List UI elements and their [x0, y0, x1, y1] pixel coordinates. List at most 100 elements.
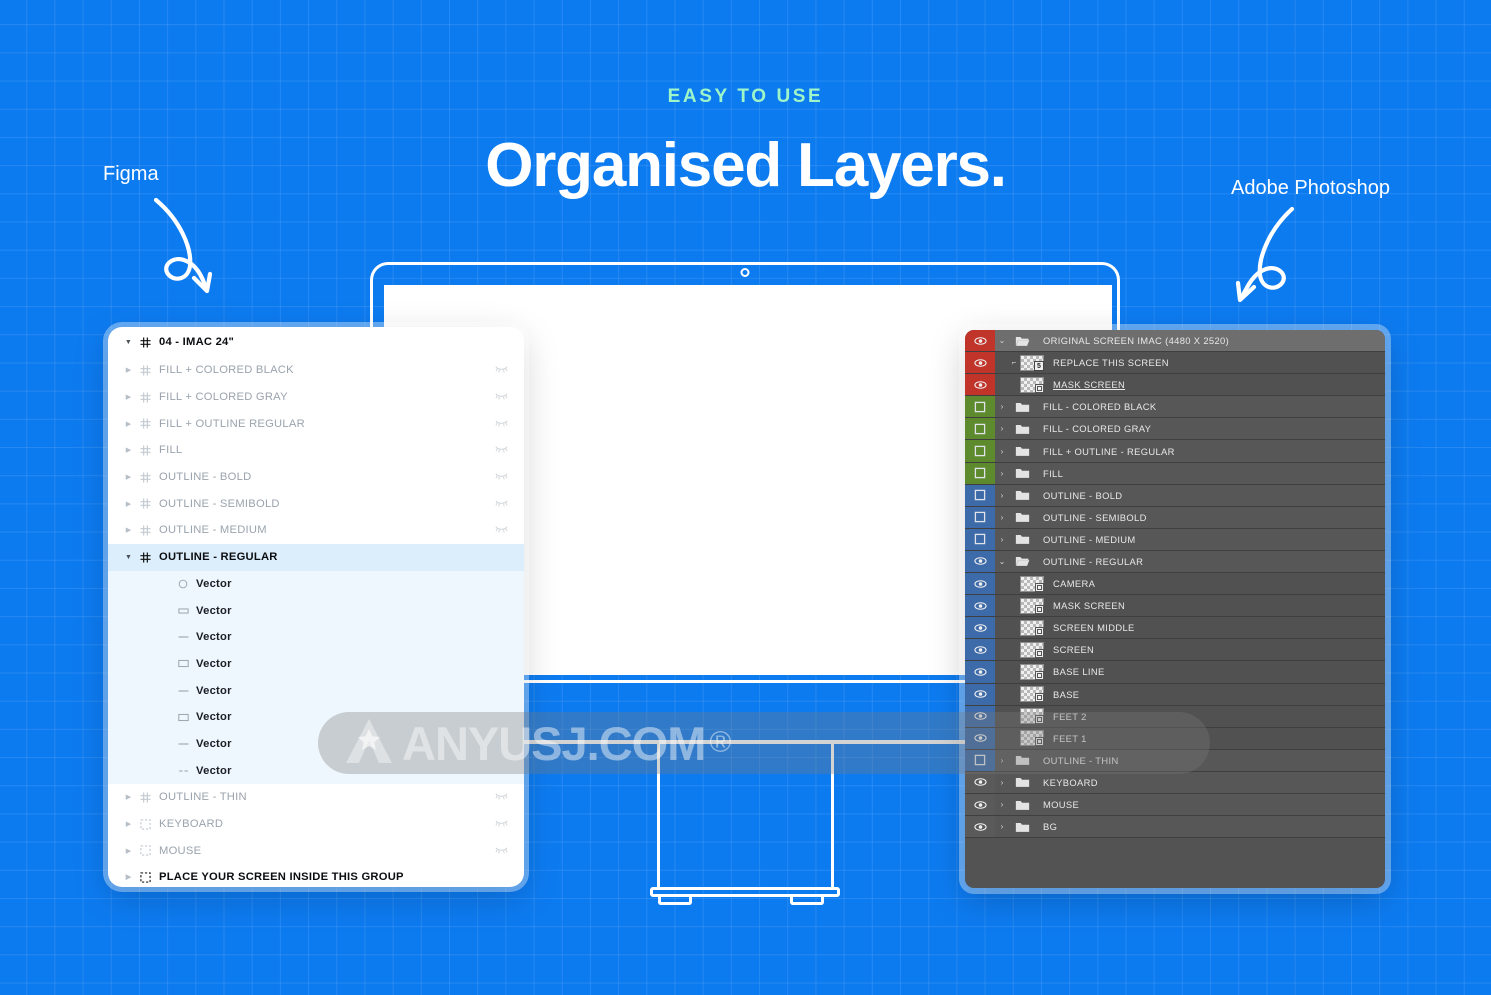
chevron-right-icon[interactable]: › [995, 535, 1009, 544]
photoshop-layer-row[interactable]: › OUTLINE - THIN [965, 749, 1385, 772]
photoshop-layer-row[interactable]: CAMERA [965, 573, 1385, 596]
chevron-right-icon[interactable]: › [995, 424, 1009, 433]
eye-closed-icon[interactable] [495, 391, 508, 403]
figma-layer-row[interactable]: ▶ MOUSE [108, 837, 524, 864]
chevron-right-icon[interactable]: ▶ [122, 847, 135, 855]
photoshop-layer-row[interactable]: SCREEN [965, 639, 1385, 662]
figma-layer-row[interactable]: ▶ OUTLINE - THIN [108, 784, 524, 811]
photoshop-layer-row[interactable]: MASK SCREEN [965, 374, 1385, 397]
eye-closed-icon[interactable] [495, 791, 508, 803]
chevron-right-icon[interactable]: ▶ [122, 526, 135, 534]
eye-icon[interactable] [965, 352, 995, 374]
chevron-right-icon[interactable]: › [995, 469, 1009, 478]
chevron-right-icon[interactable]: › [995, 491, 1009, 500]
chevron-down-icon[interactable]: ⌄ [995, 336, 1009, 345]
photoshop-layer-row[interactable]: ⌄ OUTLINE - REGULAR [965, 550, 1385, 574]
chevron-right-icon[interactable]: › [995, 756, 1009, 765]
eye-closed-icon[interactable] [495, 498, 508, 510]
eye-icon[interactable] [965, 573, 995, 595]
eye-closed-icon[interactable] [495, 418, 508, 430]
chevron-right-icon[interactable]: › [995, 822, 1009, 831]
eye-icon[interactable] [965, 771, 995, 793]
figma-root-row[interactable]: ▼ 04 - IMAC 24" [108, 327, 524, 357]
photoshop-layer-row[interactable]: › MOUSE [965, 793, 1385, 817]
photoshop-layer-row[interactable]: › KEYBOARD [965, 771, 1385, 794]
photoshop-layer-row[interactable]: SCREEN MIDDLE [965, 617, 1385, 640]
chevron-right-icon[interactable]: ▶ [122, 446, 135, 454]
eye-off-icon[interactable] [965, 749, 995, 771]
eye-icon[interactable] [965, 374, 995, 396]
photoshop-layer-row[interactable]: BASE LINE [965, 661, 1385, 684]
eye-icon[interactable] [965, 550, 995, 573]
figma-layer-row[interactable]: ▶ KEYBOARD [108, 811, 524, 838]
eye-off-icon[interactable] [965, 418, 995, 440]
chevron-right-icon[interactable]: › [995, 402, 1009, 411]
eye-icon[interactable] [965, 661, 995, 683]
figma-layer-row[interactable]: ▶ FILL [108, 437, 524, 464]
chevron-right-icon[interactable]: › [995, 513, 1009, 522]
photoshop-layer-row[interactable]: › OUTLINE - MEDIUM [965, 528, 1385, 551]
eye-closed-icon[interactable] [495, 444, 508, 456]
chevron-right-icon[interactable]: ▶ [122, 793, 135, 801]
eye-icon[interactable] [965, 617, 995, 639]
figma-vector-row[interactable]: Vector [108, 597, 524, 624]
photoshop-layer-row[interactable]: › FILL - COLORED GRAY [965, 418, 1385, 441]
eye-off-icon[interactable] [965, 506, 995, 528]
photoshop-layer-row[interactable]: MASK SCREEN [965, 595, 1385, 618]
figma-layers-panel[interactable]: ▼ 04 - IMAC 24" ▶ FILL + COLORED BLACK ▶ F… [108, 327, 524, 887]
figma-layer-row[interactable]: ▶ FILL + COLORED BLACK [108, 357, 524, 384]
eye-off-icon[interactable] [965, 396, 995, 418]
eye-off-icon[interactable] [965, 528, 995, 550]
chevron-down-icon[interactable]: ▼ [122, 339, 135, 346]
chevron-right-icon[interactable]: › [995, 778, 1009, 787]
figma-layer-row[interactable]: ▶ OUTLINE - BOLD [108, 464, 524, 491]
photoshop-layer-row[interactable]: BASE [965, 683, 1385, 706]
figma-vector-row[interactable]: Vector [108, 730, 524, 758]
figma-vector-row[interactable]: Vector [108, 570, 524, 598]
chevron-right-icon[interactable]: ▶ [122, 366, 135, 374]
eye-off-icon[interactable] [965, 484, 995, 506]
photoshop-layer-row[interactable]: › OUTLINE - BOLD [965, 484, 1385, 507]
eye-closed-icon[interactable] [495, 818, 508, 830]
photoshop-layer-row[interactable]: › FILL - COLORED BLACK [965, 396, 1385, 419]
figma-layer-row[interactable]: ▶ OUTLINE - MEDIUM [108, 517, 524, 544]
figma-vector-row[interactable]: Vector [108, 623, 524, 651]
photoshop-layer-row[interactable]: › FILL + OUTLINE - REGULAR [965, 440, 1385, 463]
eye-icon[interactable] [965, 727, 995, 749]
figma-vector-row[interactable]: Vector [108, 757, 524, 784]
photoshop-layer-row[interactable]: ⌄ ORIGINAL SCREEN IMAC (4480 X 2520) [965, 330, 1385, 353]
chevron-right-icon[interactable]: › [995, 447, 1009, 456]
chevron-right-icon[interactable]: ▶ [122, 473, 135, 481]
photoshop-layer-row[interactable]: FEET 2 [965, 705, 1385, 728]
chevron-right-icon[interactable]: › [995, 800, 1009, 809]
photoshop-layer-row[interactable]: › BG [965, 816, 1385, 839]
eye-icon[interactable] [965, 793, 995, 816]
eye-off-icon[interactable] [965, 462, 995, 484]
photoshop-layer-row[interactable]: › OUTLINE - SEMIBOLD [965, 506, 1385, 529]
figma-layer-row[interactable]: ▶ FILL + OUTLINE REGULAR [108, 410, 524, 437]
figma-vector-row[interactable]: Vector [108, 703, 524, 731]
photoshop-layer-row[interactable]: › FILL [965, 462, 1385, 485]
photoshop-layer-row[interactable]: FEET 1 [965, 727, 1385, 750]
chevron-right-icon[interactable]: ▶ [122, 393, 135, 401]
eye-icon[interactable] [965, 330, 995, 352]
figma-layer-row[interactable]: ▶ FILL + COLORED GRAY [108, 384, 524, 411]
eye-icon[interactable] [965, 595, 995, 617]
figma-layer-row[interactable]: ▶ PLACE YOUR SCREEN INSIDE THIS GROUP [108, 864, 524, 887]
photoshop-layer-row[interactable]: ⌐ 5 REPLACE THIS SCREEN [965, 352, 1385, 375]
chevron-right-icon[interactable]: ▶ [122, 873, 135, 881]
eye-icon[interactable] [965, 683, 995, 705]
chevron-down-icon[interactable]: ▼ [122, 554, 135, 561]
figma-vector-row[interactable]: Vector [108, 650, 524, 678]
figma-layer-row[interactable]: ▶ OUTLINE - SEMIBOLD [108, 490, 524, 517]
chevron-down-icon[interactable]: ⌄ [995, 557, 1009, 566]
photoshop-layers-panel[interactable]: ⌄ ORIGINAL SCREEN IMAC (4480 X 2520) ⌐ 5 … [965, 330, 1385, 888]
chevron-right-icon[interactable]: ▶ [122, 500, 135, 508]
eye-icon[interactable] [965, 639, 995, 661]
eye-off-icon[interactable] [965, 440, 995, 462]
eye-closed-icon[interactable] [495, 845, 508, 857]
eye-icon[interactable] [965, 816, 995, 838]
figma-layer-row[interactable]: ▼ OUTLINE - REGULAR [108, 543, 524, 571]
eye-closed-icon[interactable] [495, 364, 508, 376]
chevron-right-icon[interactable]: ▶ [122, 420, 135, 428]
